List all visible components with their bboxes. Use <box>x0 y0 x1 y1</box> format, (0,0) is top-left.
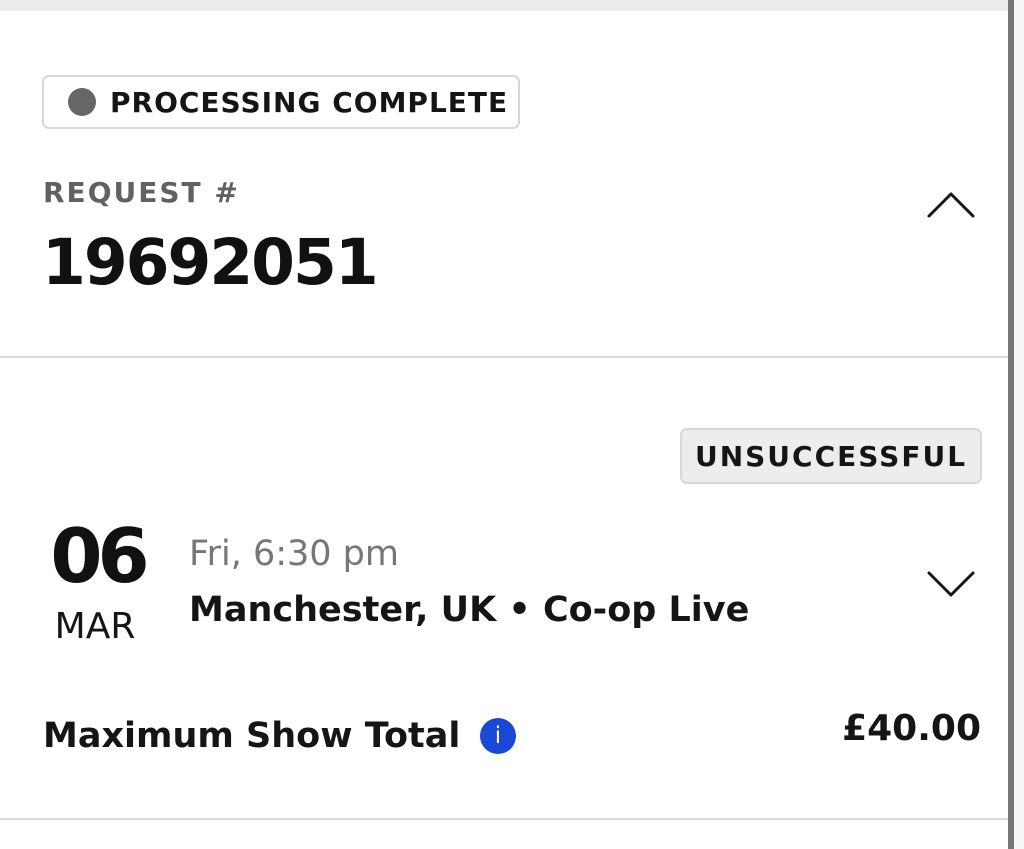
event-time: Fri, 6:30 pm <box>189 534 399 574</box>
info-icon[interactable]: i <box>480 718 516 754</box>
request-number: 19692051 <box>42 226 379 299</box>
top-strip <box>0 0 1008 11</box>
event-month: MAR <box>54 606 136 647</box>
processing-status-badge: PROCESSING COMPLETE <box>42 75 520 129</box>
bottom-divider <box>0 818 1008 820</box>
status-dot-icon <box>68 88 96 116</box>
result-badge: UNSUCCESSFUL <box>680 428 982 484</box>
chevron-up-icon[interactable] <box>924 184 978 228</box>
section-divider <box>0 356 1008 358</box>
maximum-show-total-value: £40.00 <box>842 708 981 749</box>
scrollbar-track[interactable] <box>1008 0 1014 849</box>
event-day: 06 <box>50 512 149 600</box>
event-location: Manchester, UK • Co-op Live <box>189 590 750 630</box>
maximum-show-total-label: Maximum Show Total <box>43 716 461 756</box>
request-label: REQUEST # <box>43 176 240 209</box>
chevron-down-icon[interactable] <box>924 565 978 605</box>
status-text: PROCESSING COMPLETE <box>110 85 509 119</box>
